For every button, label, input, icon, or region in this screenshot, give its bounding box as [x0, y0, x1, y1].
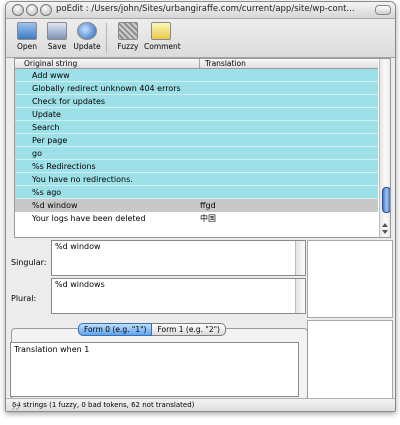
list-row[interactable]: Your logs have been deleted 中国 — [15, 212, 378, 225]
list-row[interactable]: You have no redirections. — [15, 173, 378, 186]
list-row-selected[interactable]: %d window ffgd — [15, 199, 378, 212]
singular-label: Singular: — [11, 258, 47, 267]
open-folder-icon — [17, 22, 37, 40]
row-translation: 中国 — [200, 214, 216, 223]
translation-field[interactable]: Translation when 1 — [10, 342, 299, 397]
toolbar: Open Save Update Fuzzy Comment — [6, 19, 395, 58]
editor-area: Singular: %d window Plural: %d windows F… — [6, 238, 395, 411]
save-button[interactable]: Save — [40, 22, 74, 51]
row-original: Per page — [32, 136, 68, 145]
scroll-down-arrow-icon[interactable] — [382, 230, 388, 234]
zoom-window-button[interactable] — [40, 4, 52, 16]
column-divider[interactable] — [199, 59, 200, 68]
minimize-window-button[interactable] — [26, 4, 38, 16]
list-row[interactable]: go — [15, 147, 378, 160]
scroll-up-arrow-icon[interactable] — [382, 223, 388, 227]
row-translation: ffgd — [200, 201, 216, 210]
tab-form-0[interactable]: Form 0 (e.g. "1") — [78, 323, 153, 336]
row-original: You have no redirections. — [32, 175, 133, 184]
fuzzy-button[interactable]: Fuzzy — [111, 22, 145, 51]
list-scrollbar[interactable] — [379, 59, 390, 237]
scrollbar-thumb[interactable] — [382, 187, 390, 213]
window-title: poEdit : /Users/john/Sites/urbangiraffe.… — [56, 4, 355, 14]
translation-column-header[interactable]: Translation — [205, 59, 246, 68]
row-original: %d window — [32, 201, 78, 210]
list-row[interactable]: %s Redirections — [15, 160, 378, 173]
plural-forms-tabs: Form 0 (e.g. "1") Form 1 (e.g. "2") — [78, 323, 226, 336]
singular-scrollbar[interactable] — [295, 241, 305, 275]
close-window-button[interactable] — [12, 4, 24, 16]
plural-label: Plural: — [11, 294, 37, 303]
row-original: %s ago — [32, 188, 62, 197]
plural-field[interactable]: %d windows — [51, 278, 306, 314]
toolbar-separator — [106, 23, 107, 53]
plural-text: %d windows — [55, 280, 105, 289]
list-row[interactable]: Check for updates — [15, 95, 378, 108]
list-row[interactable]: Globally redirect unknown 404 errors — [15, 82, 378, 95]
fuzzy-label: Fuzzy — [117, 42, 139, 51]
save-label: Save — [47, 42, 67, 51]
fuzzy-icon — [118, 22, 138, 40]
row-original: Check for updates — [32, 97, 106, 106]
comments-pane[interactable] — [307, 240, 393, 318]
list-row[interactable]: Add www — [15, 69, 378, 82]
singular-field[interactable]: %d window — [51, 240, 306, 276]
row-original: %s Redirections — [32, 162, 96, 171]
auto-comments-pane[interactable] — [307, 320, 393, 399]
strings-list[interactable]: Original string Translation Add www Glob… — [14, 58, 391, 238]
comment-label: Comment — [144, 42, 181, 51]
list-row[interactable]: Per page — [15, 134, 378, 147]
update-button[interactable]: Update — [70, 22, 104, 51]
tab-form-1[interactable]: Form 1 (e.g. "2") — [152, 323, 226, 336]
row-original: Search — [32, 123, 60, 132]
translation-text: Translation when 1 — [14, 345, 90, 354]
row-original: go — [32, 149, 42, 158]
list-row[interactable]: Search — [15, 121, 378, 134]
list-rows: Add www Globally redirect unknown 404 er… — [15, 69, 378, 236]
title-bar[interactable]: poEdit : /Users/john/Sites/urbangiraffe.… — [6, 2, 395, 19]
row-original: Add www — [32, 71, 70, 80]
original-column-header[interactable]: Original string — [24, 59, 77, 68]
open-label: Open — [16, 42, 38, 51]
toolbar-toggle-button[interactable] — [375, 5, 391, 15]
list-row[interactable]: %s ago — [15, 186, 378, 199]
status-bar: 64 strings (1 fuzzy, 0 bad tokens, 62 no… — [6, 398, 395, 411]
save-disk-icon — [47, 22, 67, 40]
singular-text: %d window — [55, 242, 101, 251]
comment-button[interactable]: Comment — [144, 22, 181, 51]
open-button[interactable]: Open — [10, 22, 44, 51]
comment-note-icon — [151, 22, 171, 40]
update-label: Update — [73, 42, 101, 51]
list-row[interactable]: Update — [15, 108, 378, 121]
row-original: Your logs have been deleted — [32, 214, 146, 223]
row-original: Globally redirect unknown 404 errors — [32, 84, 181, 93]
poedit-window: poEdit : /Users/john/Sites/urbangiraffe.… — [5, 1, 396, 412]
list-header: Original string Translation — [15, 59, 378, 69]
row-original: Update — [32, 110, 61, 119]
plural-scrollbar[interactable] — [295, 279, 305, 313]
update-globe-icon — [77, 22, 97, 40]
resize-grip-icon[interactable] — [12, 402, 20, 410]
status-text: 64 strings (1 fuzzy, 0 bad tokens, 62 no… — [12, 401, 195, 409]
